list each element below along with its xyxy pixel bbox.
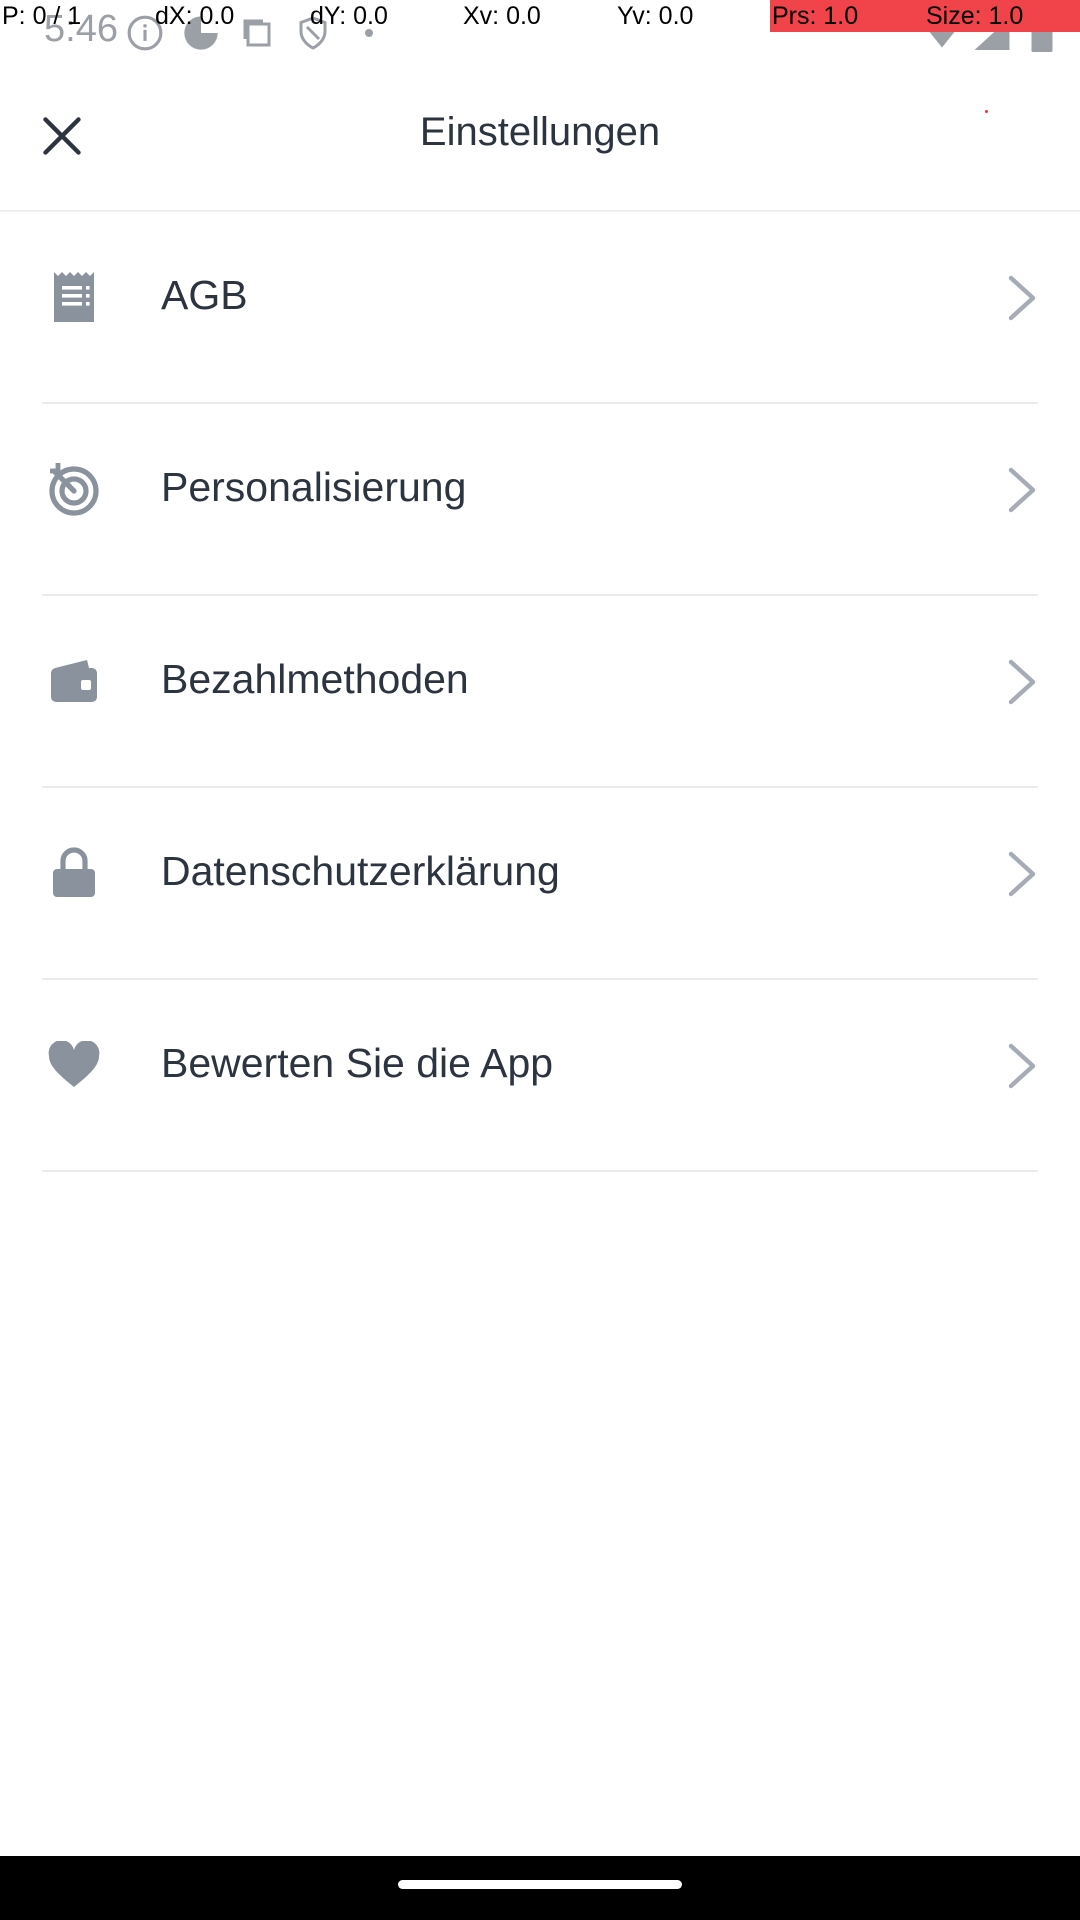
wallet-icon xyxy=(42,649,106,713)
overlay-yv: Yv: 0.0 xyxy=(617,2,694,30)
chevron-right-icon xyxy=(1006,656,1038,708)
indicator-dot xyxy=(985,110,988,113)
overlay-pressure: Prs: 1.0 xyxy=(770,0,924,32)
overlay-dy: dY: 0.0 xyxy=(310,2,388,30)
settings-item-agb[interactable]: AGB xyxy=(42,212,1038,404)
chevron-right-icon xyxy=(1006,1040,1038,1092)
settings-item-personalisierung[interactable]: Personalisierung xyxy=(42,404,1038,596)
page-title: Einstellungen xyxy=(419,110,661,154)
chevron-right-icon xyxy=(1006,464,1038,516)
target-icon xyxy=(42,457,106,521)
settings-item-label: Personalisierung xyxy=(161,464,467,510)
settings-item-datenschutz[interactable]: Datenschutzerklärung xyxy=(42,788,1038,980)
document-icon xyxy=(42,265,106,329)
pointer-debug-overlay: P: 0 / 1 dX: 0.0 dY: 0.0 Xv: 0.0 Yv: 0.0… xyxy=(0,0,1080,32)
settings-item-label: Bezahlmethoden xyxy=(161,656,469,702)
overlay-pointer: P: 0 / 1 xyxy=(2,2,82,30)
overlay-xv: Xv: 0.0 xyxy=(463,2,541,30)
heart-icon xyxy=(42,1033,106,1097)
settings-item-label: Bewerten Sie die App xyxy=(161,1040,554,1086)
chevron-right-icon xyxy=(1006,848,1038,900)
home-gesture-handle[interactable] xyxy=(398,1880,682,1889)
app-header: Einstellungen xyxy=(0,64,1080,212)
settings-item-bezahlmethoden[interactable]: Bezahlmethoden xyxy=(42,596,1038,788)
chevron-right-icon xyxy=(1006,272,1038,324)
settings-item-label: Datenschutzerklärung xyxy=(161,848,560,894)
settings-list: AGB Personalisierung Bezahlmethoden Date… xyxy=(0,212,1080,1172)
system-navigation-bar xyxy=(0,1856,1080,1920)
settings-item-label: AGB xyxy=(161,272,248,318)
overlay-size: Size: 1.0 xyxy=(924,0,1080,32)
lock-icon xyxy=(42,841,106,905)
overlay-dx: dX: 0.0 xyxy=(155,2,235,30)
settings-item-bewerten[interactable]: Bewerten Sie die App xyxy=(42,980,1038,1172)
